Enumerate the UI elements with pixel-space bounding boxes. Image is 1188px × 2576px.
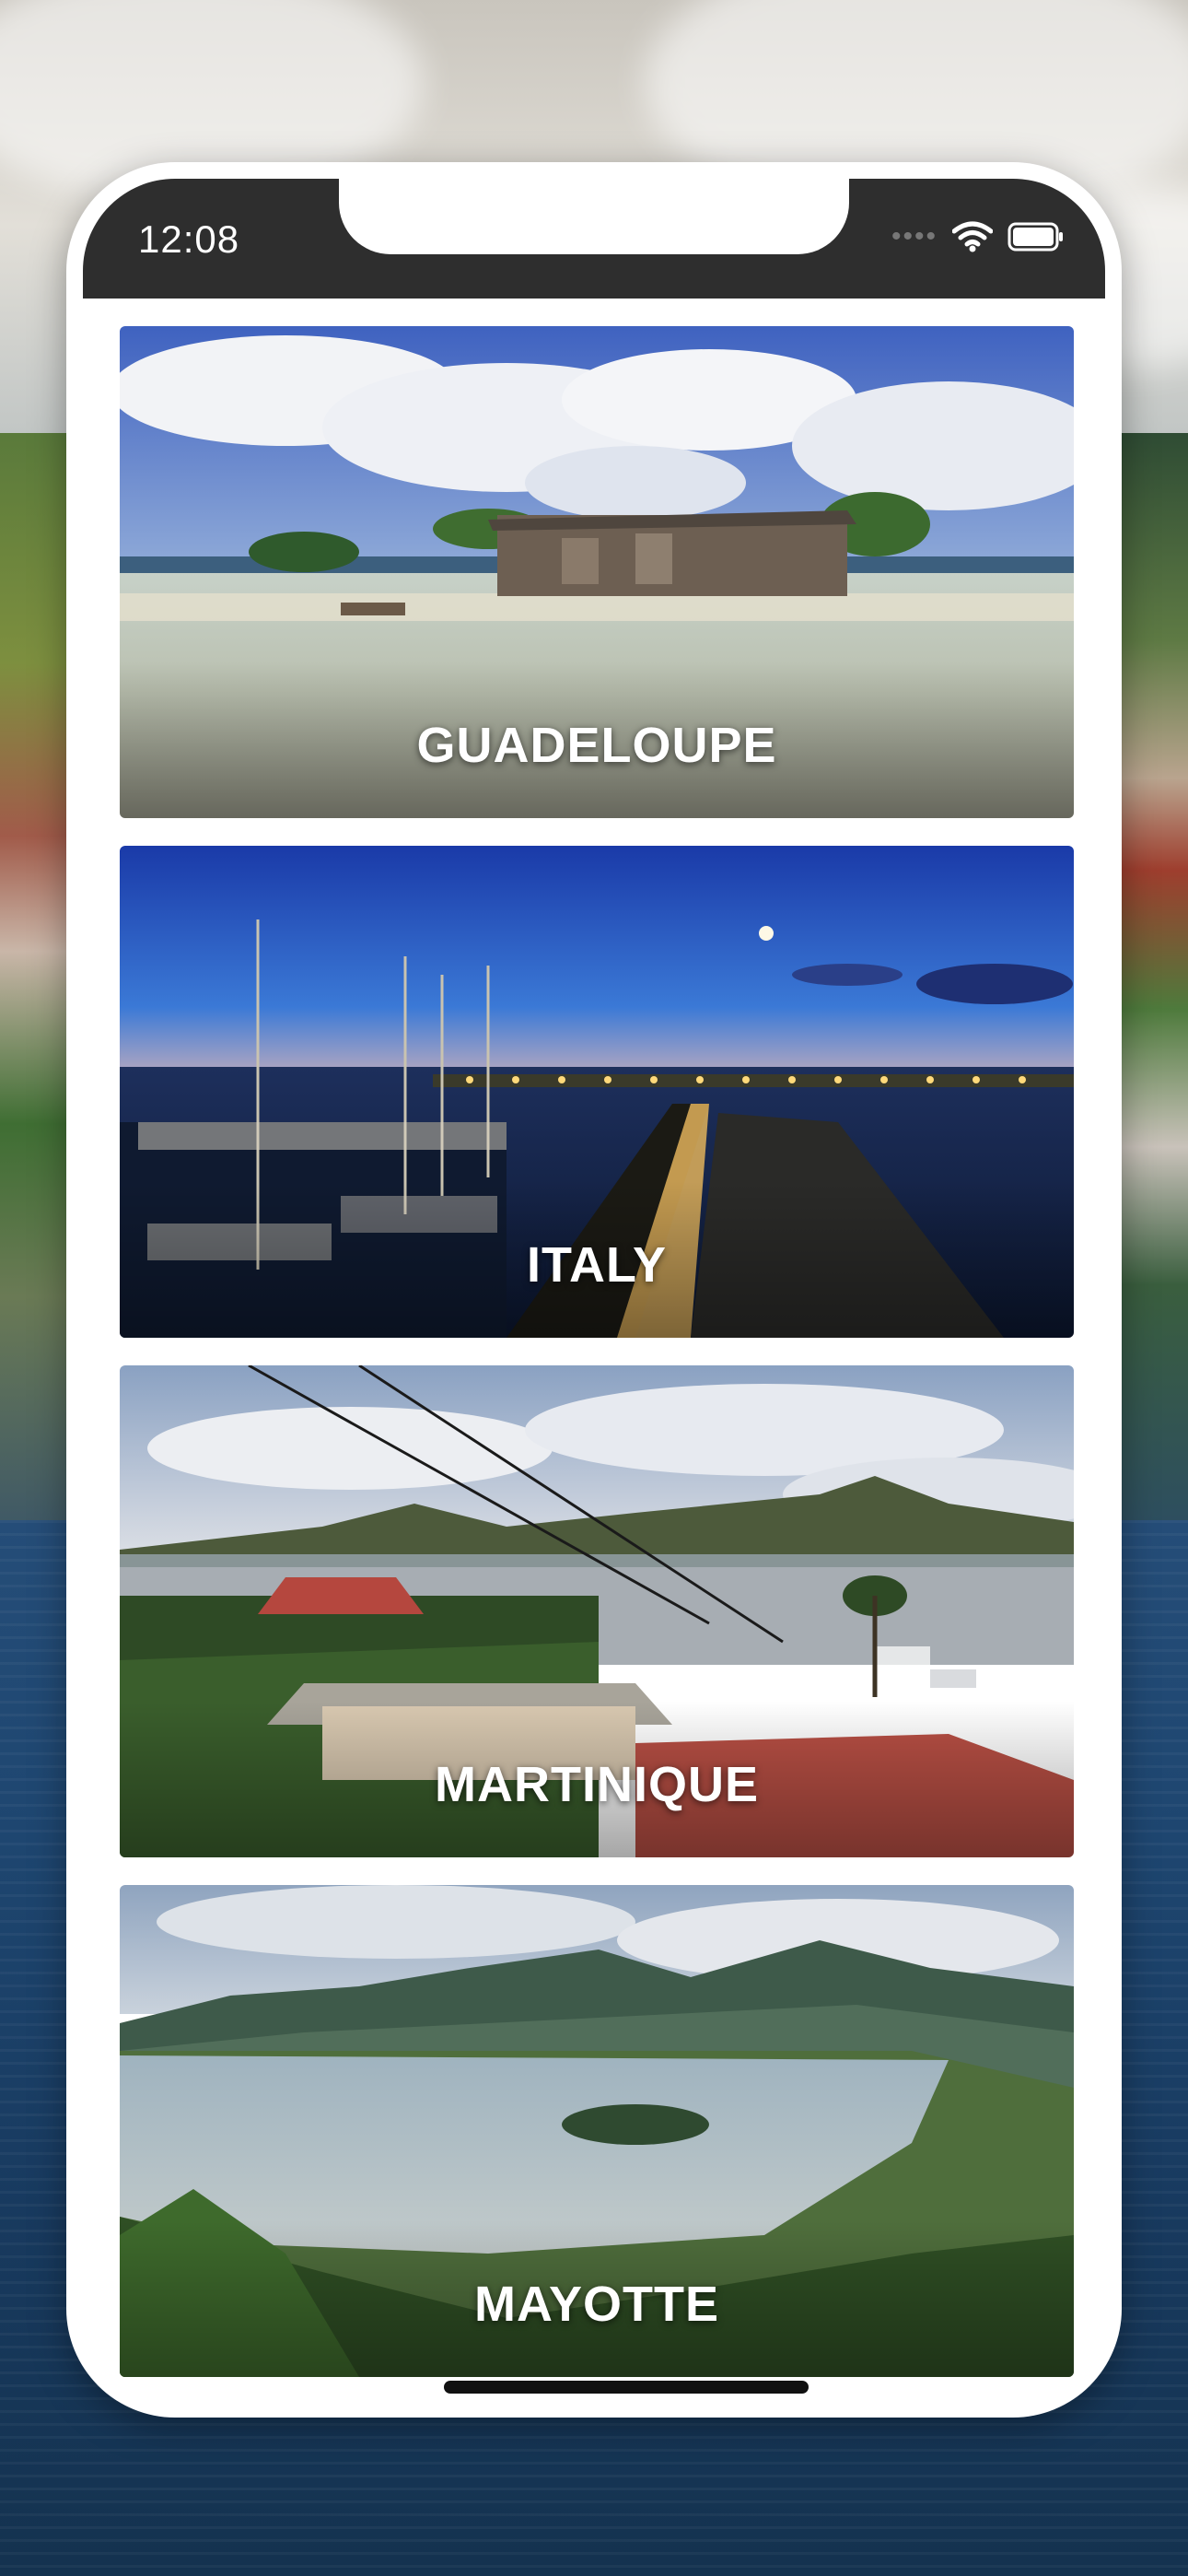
- cellular-signal-icon: ••••: [891, 221, 938, 252]
- status-time: 12:08: [138, 217, 240, 261]
- destination-list: GUADELOUPE ITALY MARTINIQUE MAYOTTE: [120, 326, 1074, 2401]
- destination-label: GUADELOUPE: [416, 718, 777, 773]
- destination-label: MAYOTTE: [473, 2277, 720, 2332]
- status-bar: 12:08 ••••: [83, 179, 1105, 299]
- destination-card-guadeloupe[interactable]: GUADELOUPE: [120, 326, 1074, 818]
- destination-label: ITALY: [526, 1237, 668, 1293]
- status-icons: ••••: [891, 221, 1065, 252]
- destination-card-martinique[interactable]: MARTINIQUE: [120, 1365, 1074, 1857]
- wifi-icon: [952, 221, 993, 252]
- phone-frame: 12:08 •••• GUADELOUPE ITALY MARTINIQUE M…: [66, 162, 1122, 2418]
- phone-screen: 12:08 •••• GUADELOUPE ITALY MARTINIQUE M…: [83, 179, 1105, 2401]
- destination-card-italy[interactable]: ITALY: [120, 846, 1074, 1338]
- destination-card-mayotte[interactable]: MAYOTTE: [120, 1885, 1074, 2377]
- notch: [339, 179, 849, 254]
- destination-label: MARTINIQUE: [435, 1757, 759, 1812]
- home-indicator[interactable]: [444, 2381, 809, 2394]
- battery-icon: [1007, 222, 1063, 252]
